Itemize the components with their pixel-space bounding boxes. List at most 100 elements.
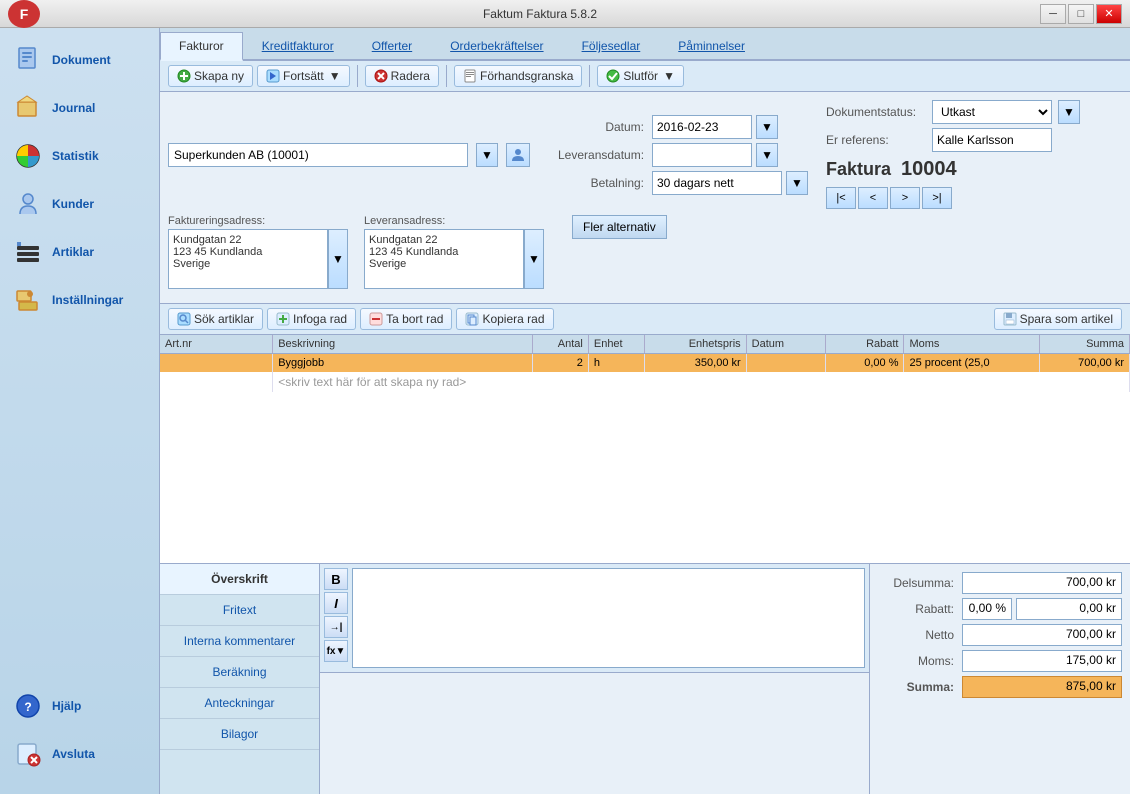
new-row[interactable]: <skriv text här för att skapa ny rad>: [160, 372, 1130, 392]
datum-input[interactable]: [652, 115, 752, 139]
summary-area: Delsumma: 700,00 kr Rabatt: 0,00 % 0,00 …: [870, 564, 1130, 794]
customer-input[interactable]: [168, 143, 468, 167]
sidebar: Dokument Journal Statistik: [0, 28, 160, 794]
sidebar-item-artiklar[interactable]: Artiklar: [0, 228, 159, 276]
bottom-tab-anteckningar[interactable]: Anteckningar: [160, 688, 319, 719]
leveransadress-dropdown[interactable]: ▼: [524, 229, 544, 289]
customer-dropdown-button[interactable]: ▼: [476, 143, 498, 167]
sidebar-item-statistik[interactable]: Statistik: [0, 132, 159, 180]
add-row-icon: [276, 312, 290, 326]
app-logo: F: [8, 0, 40, 28]
er-referens-input[interactable]: [932, 128, 1052, 152]
col-header-antal: Antal: [532, 335, 588, 354]
nav-first-button[interactable]: |<: [826, 187, 856, 209]
nav-last-button[interactable]: >|: [922, 187, 952, 209]
customer-person-button[interactable]: [506, 143, 530, 167]
faktura-label: Faktura: [826, 159, 891, 180]
delsumma-label: Delsumma:: [878, 576, 958, 590]
er-referens-label: Er referens:: [826, 133, 926, 147]
slutfor-button[interactable]: Slutför ▼: [597, 65, 684, 87]
radera-button[interactable]: Radera: [365, 65, 439, 87]
bottom-tab-bilagor[interactable]: Bilagor: [160, 719, 319, 750]
minimize-button[interactable]: ─: [1040, 4, 1066, 24]
sidebar-item-hjalp[interactable]: ? Hjälp: [0, 682, 159, 730]
kopiera-rad-button[interactable]: Kopiera rad: [456, 308, 553, 330]
continue-icon: [266, 69, 280, 83]
rabatt-value: 0,00 kr: [1016, 598, 1122, 620]
dokumentstatus-select[interactable]: Utkast: [932, 100, 1052, 124]
italic-button[interactable]: I: [324, 592, 348, 614]
summary-netto-row: Netto 700,00 kr: [878, 624, 1122, 646]
col-header-enhetspris: Enhetspris: [645, 335, 746, 354]
indent-button[interactable]: →|: [324, 616, 348, 638]
col-header-enhet: Enhet: [588, 335, 644, 354]
title-bar: F Faktum Faktura 5.8.2 ─ □ ✕: [0, 0, 1130, 28]
nav-prev-button[interactable]: <: [858, 187, 888, 209]
bold-button[interactable]: B: [324, 568, 348, 590]
fortsatt-dropdown[interactable]: ▼: [329, 69, 341, 83]
bottom-tab-overskrift[interactable]: Överskrift: [160, 564, 319, 595]
faktureringsadress-dropdown[interactable]: ▼: [328, 229, 348, 289]
faktureringsadress-box: Kundgatan 22123 45 KundlandaSverige: [168, 229, 328, 289]
summary-rabatt-row: Rabatt: 0,00 % 0,00 kr: [878, 598, 1122, 620]
cell-enhetspris: 350,00 kr: [645, 354, 746, 373]
sok-artiklar-button[interactable]: Sök artiklar: [168, 308, 263, 330]
tab-foljesedlar[interactable]: Följesedlar: [563, 32, 660, 59]
sidebar-item-dokument[interactable]: Dokument: [0, 36, 159, 84]
tab-kreditfakturor[interactable]: Kreditfakturor: [243, 32, 353, 59]
rabatt-pct[interactable]: 0,00 %: [962, 598, 1012, 620]
leveransadress-box: Kundgatan 22123 45 KundlandaSverige: [364, 229, 524, 289]
fortsatt-button[interactable]: Fortsätt ▼: [257, 65, 350, 87]
col-header-artnr: Art.nr: [160, 335, 273, 354]
plus-icon: [177, 69, 191, 83]
summary-summa-row: Summa: 875,00 kr: [878, 676, 1122, 698]
table-row[interactable]: Byggjobb 2 h 350,00 kr 0,00 % 25 procent…: [160, 354, 1130, 373]
sidebar-label-hjalp: Hjälp: [52, 699, 81, 713]
faktureringsadress-label: Faktureringsadress:: [168, 215, 348, 227]
bottom-tab-berakning[interactable]: Beräkning: [160, 657, 319, 688]
bottom-tab-fritext[interactable]: Fritext: [160, 595, 319, 626]
col-header-beskrivning: Beskrivning: [273, 335, 532, 354]
journal-icon: [12, 92, 44, 124]
sidebar-item-journal[interactable]: Journal: [0, 84, 159, 132]
sidebar-item-installningar[interactable]: Inställningar: [0, 276, 159, 324]
datum-dropdown-button[interactable]: ▼: [756, 115, 778, 139]
tab-fakturor[interactable]: Fakturor: [160, 32, 243, 61]
close-button[interactable]: ✕: [1096, 4, 1122, 24]
kunder-icon: [12, 188, 44, 220]
dokumentstatus-label: Dokumentstatus:: [826, 105, 926, 119]
slutfor-dropdown[interactable]: ▼: [663, 69, 675, 83]
tab-offerter[interactable]: Offerter: [353, 32, 431, 59]
dokumentstatus-arrow[interactable]: ▼: [1058, 100, 1080, 124]
netto-value: 700,00 kr: [962, 624, 1122, 646]
spara-som-artikel-button[interactable]: Spara som artikel: [994, 308, 1122, 330]
leveransdatum-input[interactable]: [652, 143, 752, 167]
forhandsgranska-button[interactable]: Förhandsgranska: [454, 65, 582, 87]
bottom-tab-interna-kommentarer[interactable]: Interna kommentarer: [160, 626, 319, 657]
leveransdatum-dropdown-button[interactable]: ▼: [756, 143, 778, 167]
tab-orderbekraftelser[interactable]: Orderbekräftelser: [431, 32, 562, 59]
separator-2: [446, 65, 447, 87]
sidebar-label-dokument: Dokument: [52, 53, 111, 67]
formula-button[interactable]: fx▼: [324, 640, 348, 662]
fler-alternativ-button[interactable]: Fler alternativ: [572, 215, 667, 239]
betalning-input[interactable]: [652, 171, 782, 195]
skapa-ny-button[interactable]: Skapa ny: [168, 65, 253, 87]
artiklar-icon: [12, 236, 44, 268]
editor-content[interactable]: [352, 568, 865, 668]
ta-bort-rad-button[interactable]: Ta bort rad: [360, 308, 452, 330]
leveransadress-label: Leveransadress:: [364, 215, 544, 227]
infoga-rad-button[interactable]: Infoga rad: [267, 308, 356, 330]
copy-row-icon: [465, 312, 479, 326]
sidebar-item-kunder[interactable]: Kunder: [0, 180, 159, 228]
maximize-button[interactable]: □: [1068, 4, 1094, 24]
invoice-table: Art.nr Beskrivning Antal Enhet Enhetspri…: [160, 335, 1130, 392]
summa-label: Summa:: [878, 680, 958, 694]
sidebar-item-avsluta[interactable]: Avsluta: [0, 730, 159, 778]
betalning-dropdown-button[interactable]: ▼: [786, 171, 808, 195]
nav-next-button[interactable]: >: [890, 187, 920, 209]
tab-paminnelser[interactable]: Påminnelser: [659, 32, 764, 59]
col-header-datum: Datum: [746, 335, 825, 354]
cell-antal: 2: [532, 354, 588, 373]
datum-label: Datum:: [558, 120, 648, 134]
